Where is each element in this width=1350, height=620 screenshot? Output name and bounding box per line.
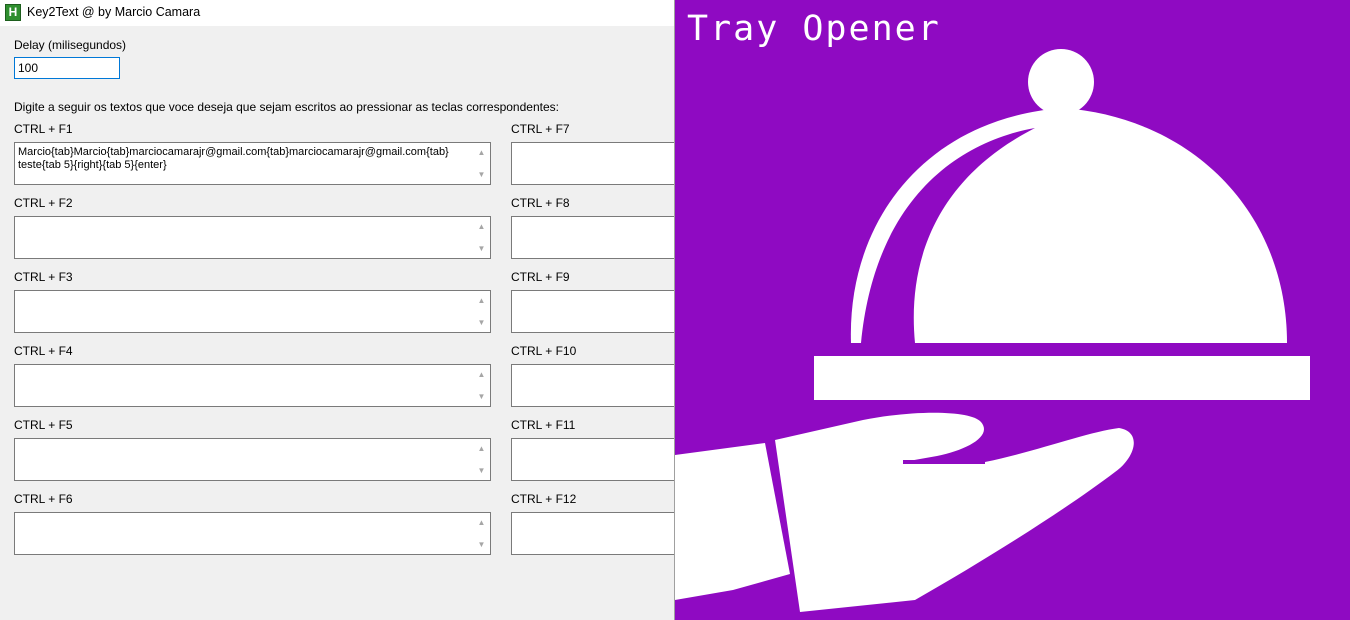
scroll-down-arrow-icon[interactable]: ▼	[473, 314, 490, 331]
hotkey-label-f7: CTRL + F7	[511, 122, 570, 136]
hand-shape	[775, 412, 1134, 612]
vertical-scrollbar[interactable]: ▲ ▼	[473, 291, 490, 332]
hotkey-textarea-f11[interactable]	[511, 438, 674, 481]
hotkey-textarea-f10[interactable]	[511, 364, 674, 407]
hotkey-textarea-f1[interactable]: Marcio{tab}Marcio{tab}marciocamarajr@gma…	[14, 142, 491, 185]
hotkey-label-f10: CTRL + F10	[511, 344, 577, 358]
hotkey-label-f6: CTRL + F6	[14, 492, 73, 506]
hotkey-label-f3: CTRL + F3	[14, 270, 73, 284]
key2text-window: H Key2Text @ by Marcio Camara Delay (mil…	[0, 0, 675, 620]
hotkey-textarea-f12[interactable]	[511, 512, 674, 555]
scroll-down-arrow-icon[interactable]: ▼	[473, 388, 490, 405]
instructions-text: Digite a seguir os textos que voce desej…	[14, 100, 559, 114]
scroll-down-arrow-icon[interactable]: ▼	[473, 536, 490, 553]
hotkey-label-f11: CTRL + F11	[511, 418, 576, 432]
hotkey-label-f2: CTRL + F2	[14, 196, 73, 210]
splash-title: Tray Opener	[687, 9, 941, 49]
hotkey-textarea-f9[interactable]	[511, 290, 674, 333]
tray-opener-splash: Tray Opener	[675, 0, 1350, 620]
sleeve-cuff-shape	[675, 443, 790, 600]
scroll-down-arrow-icon[interactable]: ▼	[473, 166, 490, 183]
serving-tray-hand-icon	[675, 49, 1310, 612]
scroll-up-arrow-icon[interactable]: ▲	[473, 218, 490, 235]
hotkey-textarea-f7[interactable]	[511, 142, 674, 185]
vertical-scrollbar[interactable]: ▲ ▼	[473, 217, 490, 258]
hotkey-textarea-f6[interactable]: ▲ ▼	[14, 512, 491, 555]
hotkey-label-f5: CTRL + F5	[14, 418, 73, 432]
scroll-up-arrow-icon[interactable]: ▲	[473, 144, 490, 161]
hotkey-label-f4: CTRL + F4	[14, 344, 73, 358]
hotkey-textarea-f2[interactable]: ▲ ▼	[14, 216, 491, 259]
vertical-scrollbar[interactable]: ▲ ▼	[473, 365, 490, 406]
hotkey-label-f1: CTRL + F1	[14, 122, 73, 136]
tray-plate-shape	[814, 356, 1310, 400]
hotkey-textarea-f4[interactable]: ▲ ▼	[14, 364, 491, 407]
scroll-up-arrow-icon[interactable]: ▲	[473, 292, 490, 309]
hotkey-text-f1: Marcio{tab}Marcio{tab}marciocamarajr@gma…	[18, 146, 449, 171]
hotkey-label-f8: CTRL + F8	[511, 196, 570, 210]
scroll-up-arrow-icon[interactable]: ▲	[473, 514, 490, 531]
hotkey-textarea-f8[interactable]	[511, 216, 674, 259]
title-bar[interactable]: H Key2Text @ by Marcio Camara	[0, 0, 674, 26]
scroll-up-arrow-icon[interactable]: ▲	[473, 440, 490, 457]
scroll-down-arrow-icon[interactable]: ▼	[473, 462, 490, 479]
hotkey-label-f9: CTRL + F9	[511, 270, 570, 284]
hotkey-textarea-f3[interactable]: ▲ ▼	[14, 290, 491, 333]
scroll-up-arrow-icon[interactable]: ▲	[473, 366, 490, 383]
hotkey-textarea-f5[interactable]: ▲ ▼	[14, 438, 491, 481]
window-title: Key2Text @ by Marcio Camara	[27, 5, 201, 19]
scroll-down-arrow-icon[interactable]: ▼	[473, 240, 490, 257]
delay-label: Delay (milisegundos)	[14, 38, 127, 52]
delay-input[interactable]	[14, 57, 120, 79]
vertical-scrollbar[interactable]: ▲ ▼	[473, 513, 490, 554]
vertical-scrollbar[interactable]: ▲ ▼	[473, 143, 490, 184]
vertical-scrollbar[interactable]: ▲ ▼	[473, 439, 490, 480]
hotkey-label-f12: CTRL + F12	[511, 492, 577, 506]
cloche-knob-shape	[1028, 49, 1094, 115]
app-icon: H	[5, 4, 21, 21]
